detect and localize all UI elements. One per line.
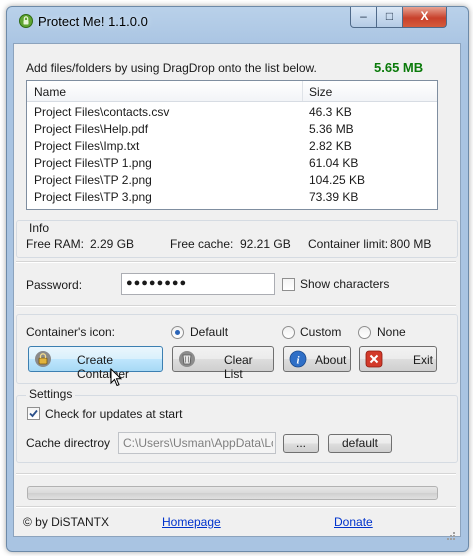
about-label: About [315, 353, 347, 367]
close-button[interactable]: X [402, 7, 447, 28]
check-updates-label[interactable]: Check for updates at start [45, 407, 182, 421]
homepage-link[interactable]: Homepage [162, 515, 221, 529]
settings-section-label: Settings [26, 387, 76, 401]
icon-option-custom-radio[interactable] [282, 326, 295, 339]
window-title: Protect Me! 1.1.0.0 [38, 14, 148, 29]
password-label: Password: [26, 278, 83, 292]
file-name: Project Files\TP 3.png [34, 190, 152, 204]
free-ram-value: 2.29 GB [90, 237, 135, 251]
file-name: Project Files\Help.pdf [34, 122, 149, 136]
icon-option-default-radio[interactable] [171, 326, 184, 339]
icon-option-custom-label[interactable]: Custom [300, 325, 341, 339]
progress-bar [27, 486, 438, 500]
minimize-icon: – [360, 9, 367, 23]
column-divider [302, 81, 303, 101]
maximize-icon: □ [385, 9, 394, 23]
exit-label: Exit [413, 353, 434, 367]
file-name: Project Files\contacts.csv [34, 105, 170, 119]
resize-grip-icon[interactable] [445, 530, 456, 541]
list-item[interactable]: Project Files\Imp.txt 2.82 KB [27, 138, 437, 155]
list-header: Name Size [27, 81, 437, 102]
free-cache-value: 92.21 GB [240, 237, 291, 251]
maximize-button[interactable]: □ [376, 7, 403, 28]
minimize-button[interactable]: – [350, 7, 377, 28]
list-item[interactable]: Project Files\Help.pdf 5.36 MB [27, 121, 437, 138]
show-characters-checkbox[interactable] [282, 278, 295, 291]
info-icon: i [289, 350, 307, 368]
icon-option-none-radio[interactable] [358, 326, 371, 339]
file-size: 5.36 MB [309, 122, 354, 136]
file-name: Project Files\TP 1.png [34, 156, 152, 170]
default-button[interactable]: default [328, 434, 392, 453]
icon-option-default-label[interactable]: Default [190, 325, 228, 339]
clear-list-button[interactable]: Clear List [172, 346, 274, 381]
divider [16, 261, 456, 263]
info-section-label: Info [26, 221, 53, 235]
file-size: 104.25 KB [309, 173, 366, 187]
file-name: Project Files\TP 2.png [34, 173, 152, 187]
cache-directory-field[interactable]: C:\Users\Usman\AppData\Loc [118, 432, 276, 454]
browse-button[interactable]: ... [283, 434, 319, 453]
file-size: 61.04 KB [309, 156, 359, 170]
trash-icon [179, 351, 195, 367]
about-button[interactable]: i About [283, 346, 351, 372]
cursor-icon [110, 368, 122, 387]
file-size: 73.39 KB [309, 190, 359, 204]
icon-option-none-label[interactable]: None [377, 325, 406, 339]
password-mask: ●●●●●●●● [126, 277, 188, 289]
instruction-text: Add files/folders by using DragDrop onto… [26, 61, 317, 75]
container-limit-value: 800 MB [390, 237, 432, 251]
app-icon [19, 14, 33, 28]
file-size: 2.82 KB [309, 139, 352, 153]
column-header-size[interactable]: Size [309, 85, 332, 99]
close-icon [365, 350, 383, 368]
divider [16, 305, 456, 307]
password-field[interactable]: ●●●●●●●● [121, 273, 275, 295]
close-icon: X [420, 9, 429, 23]
total-size: 5.65 MB [374, 60, 424, 75]
cache-directory-label: Cache directroy [26, 436, 111, 450]
copyright-text: © by DiSTANTX [23, 515, 109, 529]
cache-directory-value: C:\Users\Usman\AppData\Loc [123, 436, 273, 450]
create-container-button[interactable]: Create Container [28, 346, 163, 381]
lock-icon [35, 351, 51, 367]
file-list[interactable]: Name Size Project Files\contacts.csv 46.… [26, 80, 438, 210]
checkmark-icon [29, 409, 38, 418]
list-item[interactable]: Project Files\contacts.csv 46.3 KB [27, 104, 437, 121]
exit-button[interactable]: Exit [359, 346, 437, 372]
divider [16, 506, 456, 508]
check-updates-checkbox[interactable] [27, 407, 40, 420]
list-item[interactable]: Project Files\TP 1.png 61.04 KB [27, 155, 437, 172]
clear-list-label: Clear List [224, 353, 253, 381]
donate-link[interactable]: Donate [334, 515, 373, 529]
free-cache-label: Free cache: [170, 237, 234, 251]
show-characters-label[interactable]: Show characters [300, 277, 389, 291]
column-header-name[interactable]: Name [34, 85, 66, 99]
free-ram-label: Free RAM: [26, 237, 85, 251]
list-item[interactable]: Project Files\TP 2.png 104.25 KB [27, 172, 437, 189]
container-icon-label: Container's icon: [26, 325, 116, 339]
file-name: Project Files\Imp.txt [34, 139, 140, 153]
container-limit-label: Container limit: [308, 237, 389, 251]
divider [16, 473, 456, 475]
file-size: 46.3 KB [309, 105, 352, 119]
list-item[interactable]: Project Files\TP 3.png 73.39 KB [27, 189, 437, 206]
